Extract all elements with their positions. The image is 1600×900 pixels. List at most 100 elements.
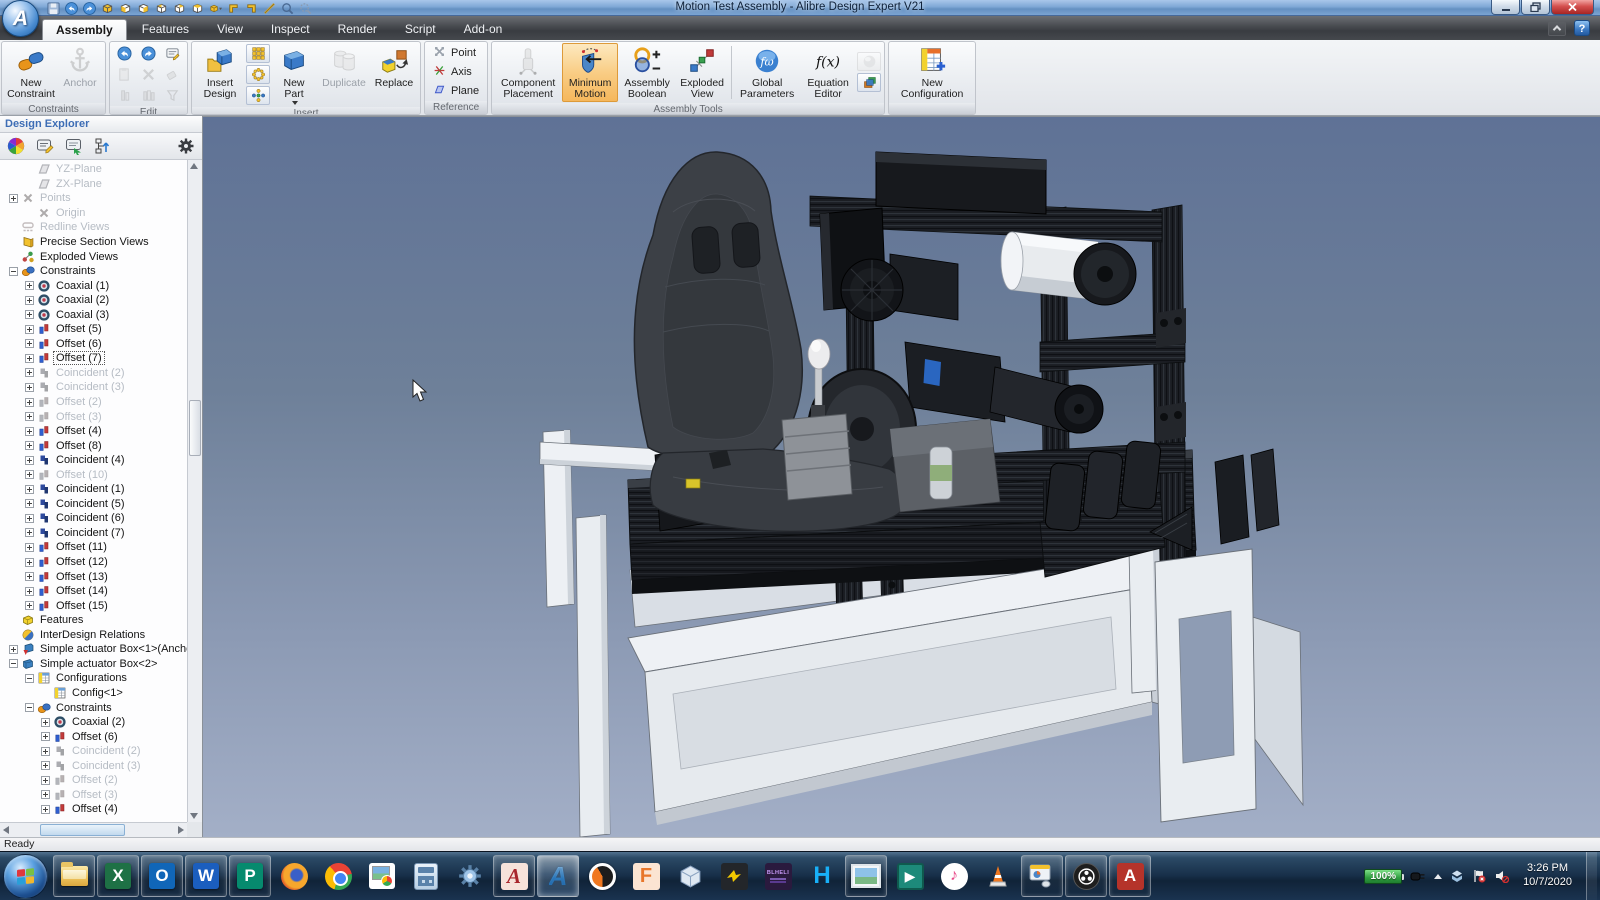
- tree-item-config-1[interactable]: Config<1>: [0, 686, 187, 701]
- tree-item-offset-14[interactable]: Offset (14): [0, 584, 187, 599]
- qat-cube-solid-icon[interactable]: [100, 2, 114, 15]
- ribbon-small-delete-sm[interactable]: [137, 64, 160, 84]
- ribbon-button-plane[interactable]: Plane: [433, 83, 479, 99]
- expand-icon[interactable]: [41, 718, 50, 727]
- taskbar-h-app[interactable]: H: [801, 855, 843, 897]
- expand-icon[interactable]: [41, 761, 50, 770]
- ribbon-button-component-placement[interactable]: Component Placement: [495, 43, 561, 102]
- expand-icon[interactable]: [25, 339, 34, 348]
- color-wheel-icon[interactable]: [6, 136, 26, 156]
- qat-redo-icon[interactable]: [82, 2, 96, 15]
- tree-horizontal-scrollbar[interactable]: [0, 822, 187, 837]
- tree-item-coaxial-2[interactable]: Coaxial (2): [0, 715, 187, 730]
- ribbon-small-redo-sm[interactable]: [137, 43, 160, 63]
- ribbon-small-pattern-linear[interactable]: [246, 44, 270, 63]
- ribbon-small-col-sm[interactable]: [113, 85, 136, 105]
- show-desktop-button[interactable]: [1586, 852, 1597, 900]
- ribbon-button-new-configuration[interactable]: New Configuration: [892, 43, 972, 102]
- battery-indicator[interactable]: 100%: [1364, 869, 1402, 884]
- taskbar-photo-viewer[interactable]: [845, 855, 887, 897]
- expand-icon[interactable]: [41, 805, 50, 814]
- tree-item-coincident-4[interactable]: Coincident (4): [0, 453, 187, 468]
- tree-item-offset-8[interactable]: Offset (8): [0, 438, 187, 453]
- taskbar-settings[interactable]: [449, 855, 491, 897]
- tree-item-constraints[interactable]: Constraints: [0, 264, 187, 279]
- 3d-viewport[interactable]: [203, 116, 1600, 837]
- expand-icon[interactable]: [25, 354, 34, 363]
- tree-item-precise-section-views[interactable]: Precise Section Views: [0, 235, 187, 250]
- ribbon-button-anchor[interactable]: Anchor: [58, 43, 102, 102]
- ribbon-button-assembly-boolean[interactable]: Assembly Boolean: [619, 43, 675, 102]
- volume-muted-icon[interactable]: [1494, 869, 1509, 883]
- tree-item-points[interactable]: Points: [0, 191, 187, 206]
- tree-item-offset-4[interactable]: Offset (4): [0, 802, 187, 817]
- help-button[interactable]: ?: [1574, 20, 1590, 36]
- tree-item-offset-6[interactable]: Offset (6): [0, 729, 187, 744]
- ribbon-small-paste-sm[interactable]: [113, 64, 136, 84]
- ribbon-button-new-part[interactable]: New Part: [271, 43, 317, 106]
- expand-icon[interactable]: [25, 499, 34, 508]
- ribbon-button-exploded-view[interactable]: Exploded View: [676, 43, 728, 102]
- expand-icon[interactable]: [25, 528, 34, 537]
- qat-undo-icon[interactable]: [64, 2, 78, 15]
- tree-item-offset-12[interactable]: Offset (12): [0, 555, 187, 570]
- ribbon-button-insert-design[interactable]: Insert Design: [195, 43, 245, 106]
- taskbar-acrobat[interactable]: A: [1109, 855, 1151, 897]
- tree-item-offset-10[interactable]: Offset (10): [0, 467, 187, 482]
- minimize-button[interactable]: [1491, 0, 1520, 15]
- motor-white-cylinder[interactable]: [1001, 232, 1136, 305]
- expand-icon[interactable]: [25, 558, 34, 567]
- qat-corner-right-icon[interactable]: [244, 2, 258, 15]
- assembly-3d-model[interactable]: [203, 117, 1600, 838]
- tree-item-coincident-2[interactable]: Coincident (2): [0, 744, 187, 759]
- tree-item-origin[interactable]: Origin: [0, 206, 187, 221]
- ribbon-button-point[interactable]: Point: [433, 45, 479, 61]
- vertical-scroll-thumb[interactable]: [189, 400, 201, 456]
- scroll-right-icon[interactable]: [178, 826, 184, 834]
- close-button[interactable]: [1551, 0, 1594, 15]
- tray-expand-icon[interactable]: [1434, 874, 1442, 879]
- taskbar-video-editor[interactable]: ▶: [889, 855, 931, 897]
- tab-inspect[interactable]: Inspect: [258, 19, 323, 40]
- tree-item-offset-13[interactable]: Offset (13): [0, 569, 187, 584]
- tree-item-offset-5[interactable]: Offset (5): [0, 322, 187, 337]
- collapse-ribbon-button[interactable]: [1548, 21, 1566, 36]
- taskbar-system-utility[interactable]: [1021, 855, 1063, 897]
- expand-icon[interactable]: [25, 412, 34, 421]
- ribbon-small-filter-sm[interactable]: [161, 85, 184, 105]
- tree-item-offset-3[interactable]: Offset (3): [0, 409, 187, 424]
- expand-icon[interactable]: [25, 296, 34, 305]
- expand-icon[interactable]: [25, 587, 34, 596]
- clock[interactable]: 3:26 PM 10/7/2020: [1517, 862, 1578, 890]
- tree-item-constraints[interactable]: Constraints: [0, 700, 187, 715]
- tree-item-offset-3[interactable]: Offset (3): [0, 788, 187, 803]
- expand-icon[interactable]: [25, 281, 34, 290]
- tree-item-offset-4[interactable]: Offset (4): [0, 424, 187, 439]
- scroll-down-icon[interactable]: [190, 813, 198, 819]
- ribbon-button-minimum-motion[interactable]: Minimum Motion: [562, 43, 618, 102]
- taskbar-excel[interactable]: X: [97, 855, 139, 897]
- tree-item-redline-views[interactable]: Redline Views: [0, 220, 187, 235]
- expand-icon[interactable]: [25, 441, 34, 450]
- alibre-app-button[interactable]: A: [2, 0, 39, 37]
- tree-item-offset-15[interactable]: Offset (15): [0, 598, 187, 613]
- ribbon-small-pattern-feature[interactable]: [246, 86, 270, 105]
- tree-item-exploded-views[interactable]: Exploded Views: [0, 249, 187, 264]
- tree-item-coaxial-1[interactable]: Coaxial (1): [0, 278, 187, 293]
- scroll-up-icon[interactable]: [190, 163, 198, 169]
- tree-item-offset-2[interactable]: Offset (2): [0, 395, 187, 410]
- tree-item-coincident-3[interactable]: Coincident (3): [0, 758, 187, 773]
- collapse-icon[interactable]: [9, 267, 18, 276]
- expand-icon[interactable]: [25, 368, 34, 377]
- tab-assembly[interactable]: Assembly: [42, 19, 127, 40]
- tree-item-coincident-5[interactable]: Coincident (5): [0, 497, 187, 512]
- taskbar-file-explorer[interactable]: [53, 855, 95, 897]
- taskbar-vlc[interactable]: [977, 855, 1019, 897]
- gear-icon[interactable]: [176, 136, 196, 156]
- taskbar-chrome[interactable]: [317, 855, 359, 897]
- qat-cube-iso-icon[interactable]: [208, 2, 222, 15]
- tree-item-yz-plane[interactable]: YZ-Plane: [0, 162, 187, 177]
- qat-zoom-window-icon[interactable]: [298, 2, 312, 15]
- tree-item-coaxial-2[interactable]: Coaxial (2): [0, 293, 187, 308]
- collapse-icon[interactable]: [25, 674, 34, 683]
